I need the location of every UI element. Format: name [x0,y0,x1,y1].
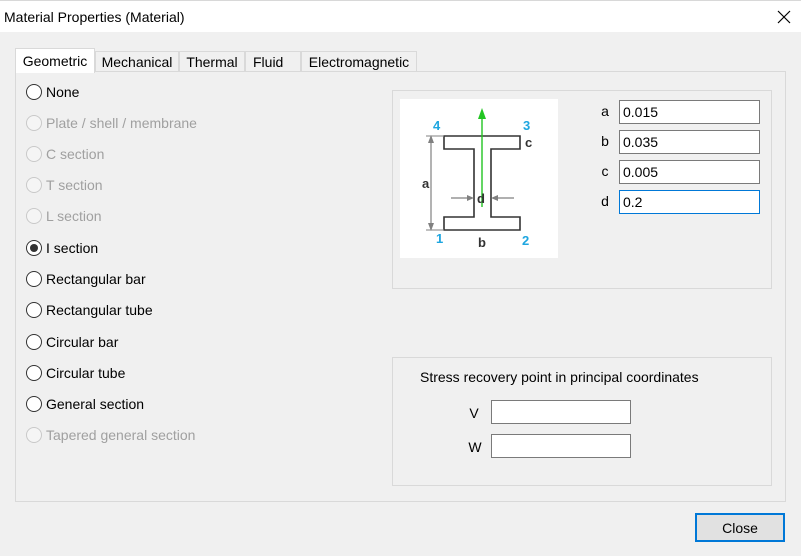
i-section-diagram-svg: a d c b 4 3 1 2 [422,108,532,250]
radio-label: T section [46,177,103,193]
point-2-label: 2 [522,233,529,248]
dim-c-label: c [525,135,532,150]
tab-mechanical[interactable]: Mechanical [95,51,179,72]
w-label: W [468,439,482,455]
param-a-input[interactable] [619,100,760,124]
radio-plate-shell-membrane[interactable]: Plate / shell / membrane [26,113,197,133]
radio-label: None [46,84,80,100]
w-input[interactable] [491,434,631,458]
radio-circular-tube[interactable]: Circular tube [26,363,125,383]
radio-general-section[interactable]: General section [26,394,144,414]
radio-circular-bar[interactable]: Circular bar [26,332,118,352]
v-label: V [469,405,479,421]
tab-fluid[interactable]: Fluid [245,51,301,72]
tab-thermal[interactable]: Thermal [179,51,245,72]
radio-i-section[interactable]: I section [26,238,98,258]
radio-button[interactable] [26,177,42,193]
radio-rectangular-tube[interactable]: Rectangular tube [26,300,153,320]
radio-button[interactable] [26,396,42,412]
tab-label: Thermal [186,54,238,70]
param-d-input[interactable] [619,190,760,214]
radio-button[interactable] [26,271,42,287]
point-1-label: 1 [436,231,443,246]
window-close-button[interactable] [766,1,801,33]
v-input[interactable] [491,400,631,424]
tab-geometric[interactable]: Geometric [15,48,95,73]
radio-button[interactable] [26,334,42,350]
window-title: Material Properties (Material) [4,9,185,25]
radio-rectangular-bar[interactable]: Rectangular bar [26,269,146,289]
radio-button[interactable] [26,115,42,131]
arrow-right-icon [467,195,474,201]
param-a-label: a [601,103,609,119]
radio-button[interactable] [26,427,42,443]
tab-label: Fluid [253,54,284,70]
radio-none[interactable]: None [26,82,79,102]
radio-label: Rectangular bar [46,271,146,287]
radio-button[interactable] [26,84,42,100]
stress-recovery-title: Stress recovery point in principal coord… [420,369,699,385]
param-c-input[interactable] [619,160,760,184]
radio-label: C section [46,146,105,162]
radio-l-section[interactable]: L section [26,206,102,226]
radio-label: General section [46,396,145,412]
tab-label: Mechanical [101,54,173,70]
close-button-label: Close [722,519,758,536]
radio-label: L section [46,208,102,224]
param-d-label: d [601,193,609,209]
radio-button[interactable] [26,146,42,162]
point-4-label: 4 [433,118,441,133]
radio-label: I section [46,240,99,256]
radio-tapered-general-section[interactable]: Tapered general section [26,425,195,445]
tab-label: Electromagnetic [308,54,410,70]
radio-button[interactable] [26,302,42,318]
radio-button[interactable] [26,208,42,224]
radio-button[interactable] [26,365,42,381]
title-bar: Material Properties (Material) [0,0,801,32]
param-b-input[interactable] [619,130,760,154]
arrow-up-icon [478,108,486,119]
radio-label: Circular bar [46,334,119,350]
i-section-diagram: a d c b 4 3 1 2 [400,99,558,258]
dim-d-label: d [477,191,485,206]
point-3-label: 3 [523,118,530,133]
dim-b-label: b [478,235,486,250]
radio-label: Plate / shell / membrane [46,115,197,131]
dim-a-label: a [422,176,430,191]
radio-c-section[interactable]: C section [26,144,104,164]
radio-t-section[interactable]: T section [26,175,103,195]
tab-electromagnetic[interactable]: Electromagnetic [301,51,417,72]
tab-label: Geometric [22,53,88,69]
close-icon [777,10,790,24]
radio-label: Tapered general section [46,427,196,443]
radio-label: Circular tube [46,365,126,381]
param-b-label: b [601,133,609,149]
radio-label: Rectangular tube [46,302,153,318]
arrow-left-icon [491,195,498,201]
param-c-label: c [601,163,609,179]
close-button[interactable]: Close [695,513,785,542]
radio-button[interactable] [26,240,42,256]
